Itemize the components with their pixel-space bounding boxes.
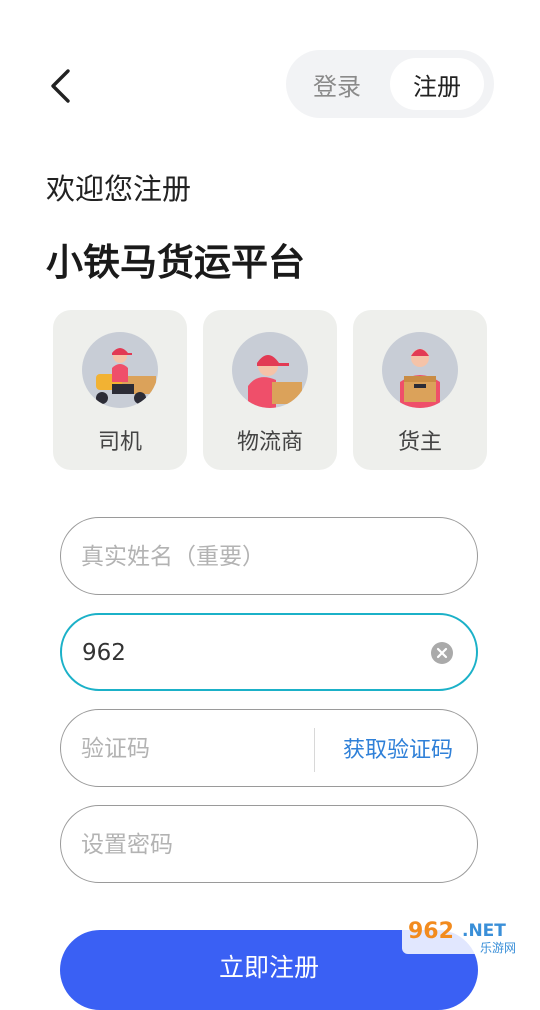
name-input[interactable] (79, 518, 413, 596)
role-label-shipper: 货主 (397, 430, 442, 455)
name-field (60, 517, 478, 596)
password-input[interactable] (79, 806, 413, 884)
shipper-avatar-icon (382, 332, 458, 408)
phone-input[interactable] (80, 615, 414, 691)
tab-register[interactable]: 注册 (390, 58, 484, 110)
role-card-shipper[interactable]: 货主 (353, 310, 487, 470)
password-field (60, 805, 478, 884)
code-divider (314, 728, 315, 772)
clear-icon[interactable] (431, 642, 453, 664)
login-register-switch: 登录 注册 (286, 50, 494, 118)
role-card-driver[interactable]: 司机 (53, 310, 187, 470)
phone-field (60, 613, 478, 691)
svg-text:962: 962 (408, 919, 454, 944)
chevron-left-icon (51, 69, 70, 103)
get-code-button[interactable]: 获取验证码 (343, 710, 453, 786)
role-card-logistics[interactable]: 物流商 (203, 310, 337, 470)
watermark-logo: 962 .NET 乐游网 (402, 914, 534, 955)
role-label-driver: 司机 (97, 430, 142, 455)
role-label-logistics: 物流商 (236, 430, 303, 455)
svg-text:乐游网: 乐游网 (480, 941, 516, 955)
svg-text:.NET: .NET (462, 921, 506, 941)
code-input[interactable] (79, 710, 303, 788)
tab-login[interactable]: 登录 (290, 58, 384, 110)
app-name-title: 小铁马货运平台 (46, 241, 305, 284)
back-button[interactable] (40, 64, 80, 108)
logistics-avatar-icon (232, 332, 308, 408)
code-field: 获取验证码 (60, 709, 478, 788)
driver-avatar-icon (82, 332, 158, 408)
welcome-text: 欢迎您注册 (46, 172, 192, 206)
